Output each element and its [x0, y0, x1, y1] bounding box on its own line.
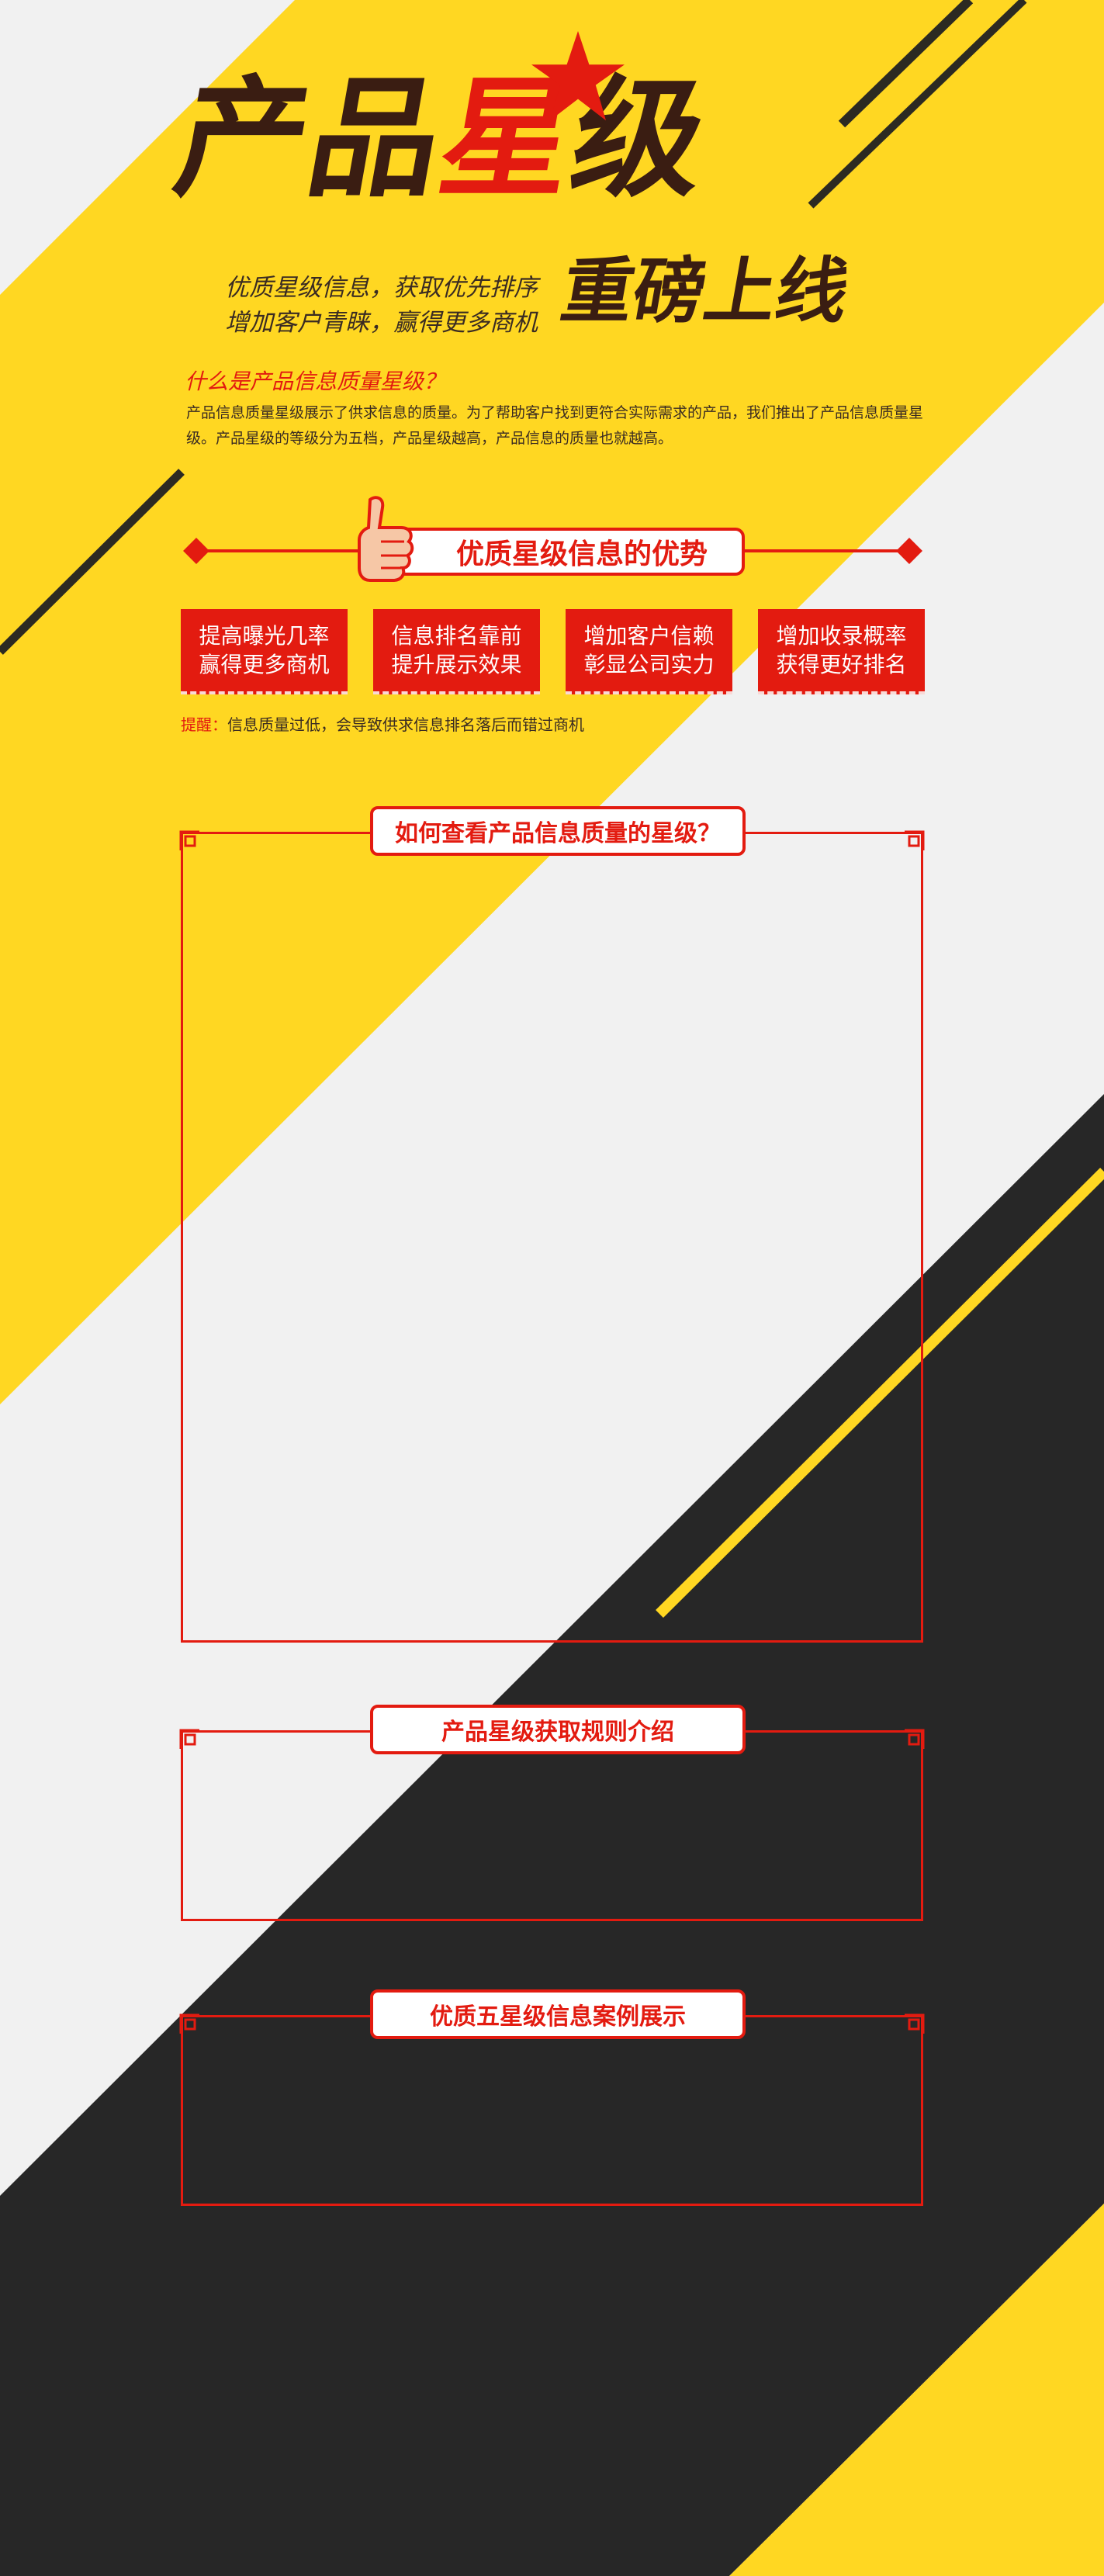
- tip-label: 提醒：: [181, 715, 227, 734]
- advantages-title: 优质星级信息的优势: [455, 538, 708, 570]
- section-tab-view-rating: 如何查看产品信息质量的星级？: [370, 806, 746, 856]
- benefit-card-3-line-1: 增加客户信赖: [583, 623, 715, 649]
- section-tab-showcase: 优质五星级信息案例展示: [370, 1989, 746, 2039]
- section-title-view-rating: 如何查看产品信息质量的星级？: [395, 820, 721, 847]
- section-frame-showcase: [181, 2015, 923, 2206]
- benefit-card-1-line-2: 赢得更多商机: [199, 652, 330, 677]
- tagline-line-1: 优质星级信息，获取优先排序: [225, 274, 538, 302]
- benefit-card-3-line-2: 彰显公司实力: [583, 652, 715, 677]
- title-part-1: 产品: [164, 63, 456, 215]
- frame-corner-icon: [179, 830, 199, 850]
- benefit-card-3: 增加客户信赖 彰显公司实力: [566, 609, 732, 694]
- tagline-line-2: 增加客户青睐，赢得更多商机: [225, 309, 538, 337]
- star-icon: [531, 31, 625, 124]
- thumbs-up-icon: [353, 493, 415, 583]
- launch-headline: 重磅上线: [555, 250, 856, 333]
- benefit-card-2: 信息排名靠前 提升展示效果: [373, 609, 540, 694]
- section-title-showcase: 优质五星级信息案例展示: [430, 2003, 686, 2031]
- benefit-card-4-line-2: 获得更好排名: [776, 652, 907, 677]
- frame-corner-icon: [179, 1729, 199, 1749]
- benefit-card-1: 提高曝光几率 赢得更多商机: [181, 609, 348, 694]
- benefit-card-2-line-1: 信息排名靠前: [391, 623, 522, 649]
- benefit-card-2-line-2: 提升展示效果: [391, 652, 522, 677]
- intro-body: 产品信息质量星级展示了供求信息的质量。为了帮助客户找到更符合实际需求的产品，我们…: [186, 404, 924, 447]
- benefit-card-4: 增加收录概率 获得更好排名: [758, 609, 925, 694]
- tip-text: 信息质量过低，会导致供求信息排名落后而错过商机: [227, 715, 584, 734]
- frame-corner-icon: [179, 2013, 199, 2034]
- section-title-rules: 产品星级获取规则介绍: [441, 1719, 674, 1746]
- advantages-banner: 优质星级信息的优势: [380, 528, 745, 576]
- page-title: 产品星级: [165, 63, 720, 215]
- frame-corner-icon: [905, 830, 925, 850]
- benefit-card-1-line-1: 提高曝光几率: [199, 623, 330, 649]
- frame-corner-icon: [905, 2013, 925, 2034]
- section-frame-view-rating: [181, 832, 923, 1643]
- section-frame-rules: [181, 1730, 923, 1921]
- intro-heading: 什么是产品信息质量星级？: [185, 369, 446, 394]
- benefit-card-4-line-1: 增加收录概率: [776, 623, 907, 649]
- section-tab-rules: 产品星级获取规则介绍: [370, 1705, 746, 1754]
- frame-corner-icon: [905, 1729, 925, 1749]
- tip-notice: 提醒：信息质量过低，会导致供求信息排名落后而错过商机: [181, 712, 584, 735]
